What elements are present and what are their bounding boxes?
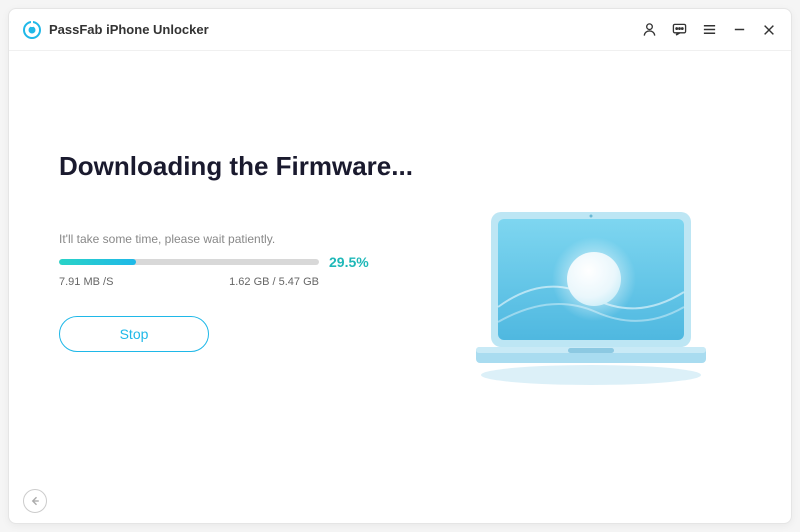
progress-row: 29.5% [59, 254, 441, 270]
menu-icon[interactable] [701, 22, 717, 38]
laptop-illustration [456, 197, 726, 397]
main-content: Downloading the Firmware... It'll take s… [9, 51, 791, 523]
speed-size-row: 7.91 MB /S 1.62 GB / 5.47 GB [59, 276, 319, 288]
app-window: PassFab iPhone Unlocker [8, 8, 792, 524]
progress-bar [59, 259, 319, 265]
download-panel: Downloading the Firmware... It'll take s… [59, 111, 441, 483]
wait-message: It'll take some time, please wait patien… [59, 232, 441, 246]
titlebar-actions [641, 22, 777, 38]
illustration-panel [441, 111, 741, 483]
stop-button[interactable]: Stop [59, 316, 209, 352]
titlebar: PassFab iPhone Unlocker [9, 9, 791, 51]
account-icon[interactable] [641, 22, 657, 38]
app-logo-icon [23, 21, 41, 39]
app-title: PassFab iPhone Unlocker [49, 22, 209, 37]
feedback-icon[interactable] [671, 22, 687, 38]
stop-button-label: Stop [120, 326, 149, 342]
minimize-icon[interactable] [731, 22, 747, 38]
back-button[interactable] [23, 489, 47, 513]
download-size: 1.62 GB / 5.47 GB [229, 276, 319, 288]
progress-percent: 29.5% [329, 254, 369, 270]
progress-fill [59, 259, 136, 265]
close-icon[interactable] [761, 22, 777, 38]
arrow-left-icon [29, 495, 41, 507]
download-speed: 7.91 MB /S [59, 276, 113, 288]
page-heading: Downloading the Firmware... [59, 151, 441, 182]
